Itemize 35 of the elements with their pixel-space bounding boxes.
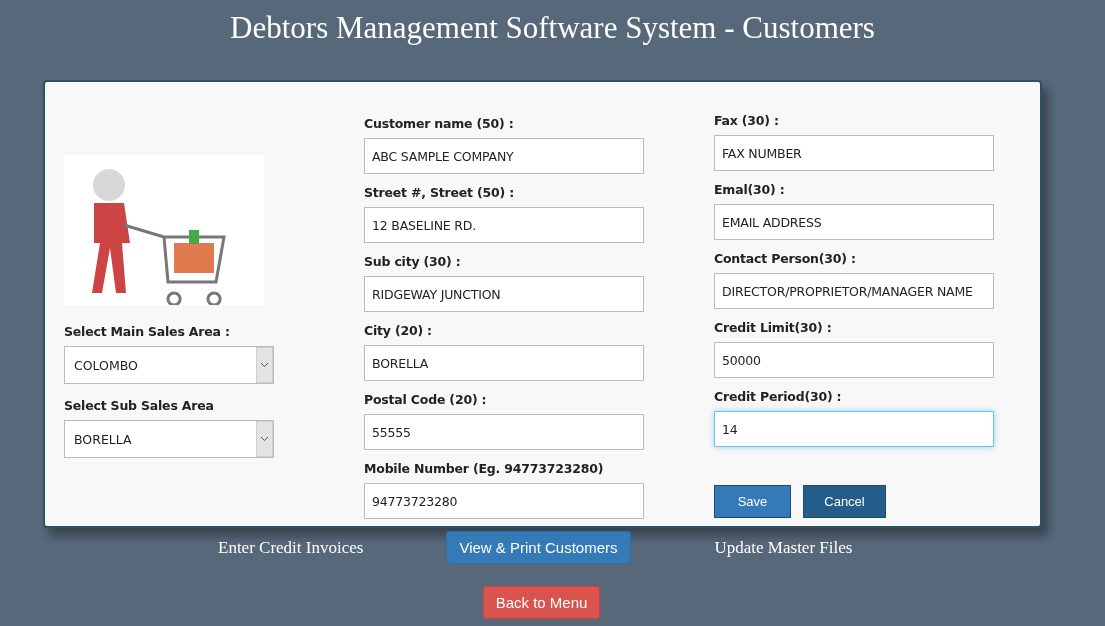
field-label: Contact Person(30) : <box>714 251 857 268</box>
field-label: City (20) : <box>364 323 433 340</box>
field-label: Street #, Street (50) : <box>364 185 515 202</box>
field-label: Select Sub Sales Area <box>64 398 215 415</box>
field-label: Fax (30) : <box>714 113 780 130</box>
text-field[interactable]: RIDGEWAY JUNCTION <box>364 276 644 312</box>
text-field[interactable]: 94773723280 <box>364 483 644 519</box>
text-field[interactable]: 50000 <box>714 342 994 378</box>
cancel-button[interactable]: Cancel <box>803 485 886 518</box>
view-print-button[interactable]: View & Print Customers <box>446 531 631 564</box>
chevron-icon <box>256 347 273 383</box>
text-field[interactable]: DIRECTOR/PROPRIETOR/MANAGER NAME <box>714 273 994 309</box>
text-field[interactable]: BORELLA <box>364 345 644 381</box>
text-field[interactable]: 12 BASELINE RD. <box>364 207 644 243</box>
text-field[interactable]: FAX NUMBER <box>714 135 994 171</box>
field-label: Mobile Number (Eg. 94773723280) <box>364 461 605 478</box>
nav-link[interactable]: Update Master Files <box>714 537 853 558</box>
field-label: Emal(30) : <box>714 182 786 199</box>
sales-area-dropdown[interactable]: COLOMBO <box>64 346 274 384</box>
text-field[interactable]: EMAIL ADDRESS <box>714 204 994 240</box>
page-title: Debtors Management Software System - Customers <box>229 9 876 47</box>
text-field[interactable]: ABC SAMPLE COMPANY <box>364 138 644 174</box>
field-label: Customer name (50) : <box>364 116 515 133</box>
text-field[interactable]: 14 <box>714 411 994 447</box>
chevron-icon <box>256 421 273 457</box>
field-label: Credit Period(30) : <box>714 389 843 406</box>
field-label: Sub city (30) : <box>364 254 462 271</box>
field-label: Select Main Sales Area : <box>64 324 231 341</box>
save-button[interactable]: Save <box>714 485 791 518</box>
back-to-menu-button[interactable]: Back to Menu <box>482 586 601 619</box>
sales-area-dropdown[interactable]: BORELLA <box>64 420 274 458</box>
nav-link[interactable]: Enter Credit Invoices <box>218 537 364 558</box>
field-label: Credit Limit(30) : <box>714 320 833 337</box>
field-label: Postal Code (20) : <box>364 392 488 409</box>
text-field[interactable]: 55555 <box>364 414 644 450</box>
